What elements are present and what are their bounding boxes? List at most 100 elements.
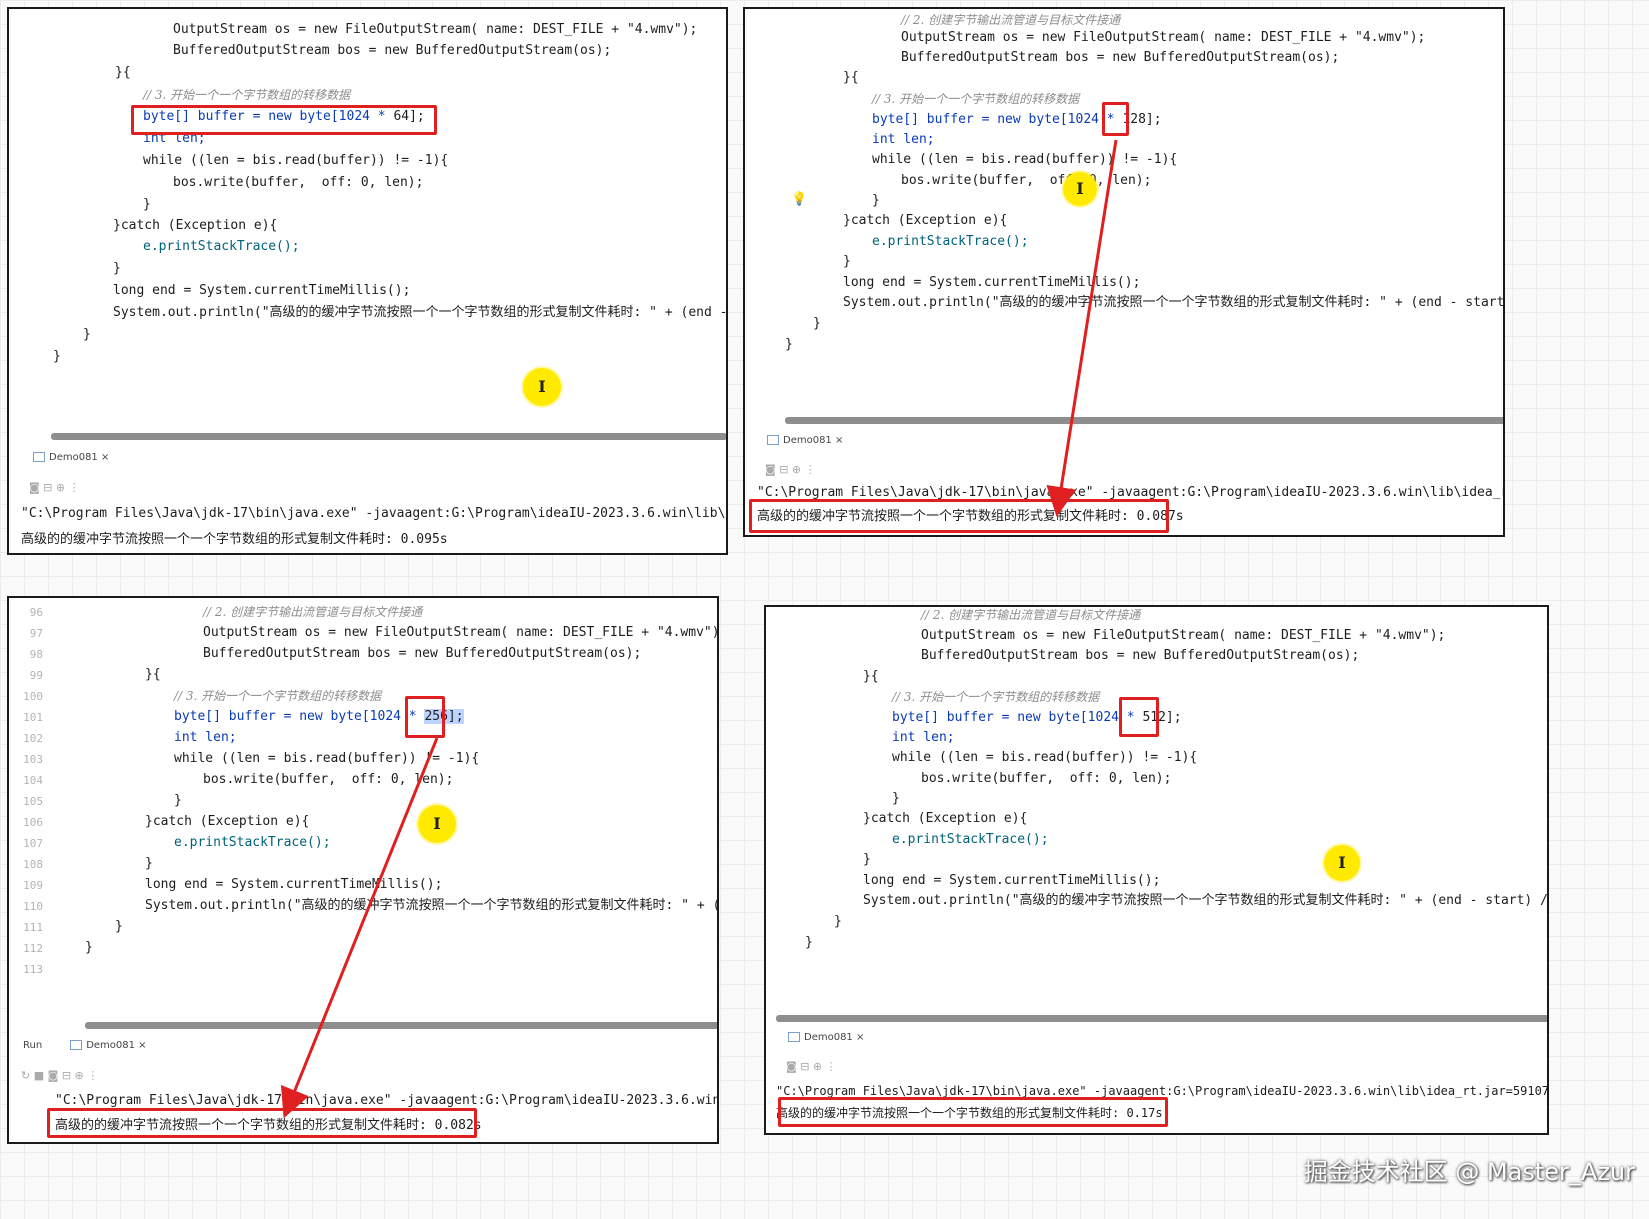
line-number: 112 [23,942,43,955]
line-number: 104 [23,774,43,787]
stop-icon[interactable]: ■ [34,1069,44,1082]
layout-icon[interactable]: ⊟ [43,481,52,494]
line-number: 103 [23,753,43,766]
console-command-line: "C:\Program Files\Java\jdk-17\bin\java.e… [757,485,1505,500]
tab-file-icon [767,435,779,445]
console-toolbar: ◙ ⊟ ⊕ ⋮ [29,481,80,494]
code-line-while: while ((len = bis.read(buffer)) != -1){ [174,751,480,766]
code-line-end: long end = System.currentTimeMillis(); [863,873,1161,888]
horizontal-scrollbar[interactable] [776,1015,1547,1022]
horizontal-scrollbar[interactable] [785,417,1503,424]
screenshot-panel-128: // 2. 创建字节输出流管道与目标文件接通 OutputStream os =… [743,7,1505,537]
line-number: 107 [23,837,43,850]
console-toolbar: ◙ ⊟ ⊕ ⋮ [786,1060,837,1073]
code-line-brace: } [872,193,880,208]
tab-file-icon [788,1032,800,1042]
run-tab[interactable]: Run Demo081 × [23,1040,147,1051]
code-line-write: bos.write(buffer, off: 0, len); [921,771,1172,786]
layout-icon[interactable]: ⊟ [779,463,788,476]
code-line-write: bos.write(buffer, off: 0, len); [173,175,424,190]
code-line-println: System.out.println("高级的的缓冲字节流按照一个一个字节数组的… [113,305,728,320]
code-line-int-len: int len; [892,730,955,745]
code-line-while: while ((len = bis.read(buffer)) != -1){ [872,152,1178,167]
code-line-catch: }catch (Exception e){ [113,218,278,233]
code-line-catch: }catch (Exception e){ [145,814,310,829]
console-toolbar: ↻ ■ ◙ ⊟ ⊕ ⋮ [21,1069,98,1082]
code-line-brace: } [143,197,151,212]
horizontal-scrollbar[interactable] [85,1022,717,1029]
run-tab[interactable]: Demo081 × [33,452,109,463]
line-number: 111 [23,921,43,934]
camera-icon[interactable]: ◙ [29,481,40,494]
code-line-bos: BufferedOutputStream bos = new BufferedO… [921,648,1360,663]
screenshot-panel-512: // 2. 创建字节输出流管道与目标文件接通 OutputStream os =… [764,605,1549,1135]
code-line-brace3: } [83,327,91,342]
tab-file-icon [33,452,45,462]
code-line-brace2: } [863,852,871,867]
result-highlight [47,1108,477,1138]
run-tab[interactable]: Demo081 × [788,1032,864,1043]
zoom-icon[interactable]: ⊕ [75,1069,84,1082]
console-command-line: "C:\Program Files\Java\jdk-17\bin\java.e… [21,506,728,521]
line-number: 99 [29,669,43,682]
code-line-bos: BufferedOutputStream bos = new BufferedO… [203,646,642,661]
camera-icon[interactable]: ◙ [765,463,776,476]
buffer-size-highlight [131,105,437,135]
zoom-icon[interactable]: ⊕ [792,463,801,476]
line-number: 96 [29,606,43,619]
horizontal-scrollbar[interactable] [51,433,726,440]
code-line-end: long end = System.currentTimeMillis(); [843,275,1141,290]
cursor-indicator-icon: I [523,368,561,406]
lightbulb-icon[interactable]: 💡 [791,192,807,207]
rerun-icon[interactable]: ↻ [21,1069,30,1082]
run-tab[interactable]: Demo081 × [767,435,843,446]
line-number: 101 [23,711,43,724]
layout-icon[interactable]: ⊟ [800,1060,809,1073]
line-number: 102 [23,732,43,745]
code-line-int-len: int len; [174,730,237,745]
buffer-size-highlight [1119,697,1159,737]
code-comment-create: // 2. 创建字节输出流管道与目标文件接通 [921,608,1141,622]
code-line-while: while ((len = bis.read(buffer)) != -1){ [892,750,1198,765]
code-line-try-close: }{ [863,669,879,684]
cursor-indicator-icon: I [1324,845,1360,881]
code-line-brace4: } [85,940,93,955]
code-line-brace: } [892,791,900,806]
code-line-print-trace: e.printStackTrace(); [143,239,300,254]
buffer-decl: byte[] buffer = new byte[1024 * [174,709,425,724]
buffer-decl: byte[] buffer = new byte[1024 * [872,112,1123,127]
code-line-while: while ((len = bis.read(buffer)) != -1){ [143,153,449,168]
more-icon[interactable]: ⋮ [805,463,816,476]
more-icon[interactable]: ⋮ [87,1069,98,1082]
line-number-gutter: 96 97 98 99 100 101 102 103 104 105 106 … [9,598,49,1142]
code-line-os: OutputStream os = new FileOutputStream( … [173,22,698,37]
code-comment-create: // 2. 创建字节输出流管道与目标文件接通 [203,605,423,619]
more-icon[interactable]: ⋮ [826,1060,837,1073]
camera-icon[interactable]: ◙ [786,1060,797,1073]
line-number: 100 [23,690,43,703]
code-line-brace3: } [834,914,842,929]
run-label: Run [23,1040,43,1051]
more-icon[interactable]: ⋮ [69,481,80,494]
line-number: 106 [23,816,43,829]
zoom-icon[interactable]: ⊕ [56,481,65,494]
code-comment-transfer: // 3. 开始一个一个字节数组的转移数据 [892,690,1100,704]
cursor-indicator-icon: I [418,805,456,843]
buffer-size-highlight [405,696,445,738]
line-number: 98 [29,648,43,661]
zoom-icon[interactable]: ⊕ [813,1060,822,1073]
code-line-write: bos.write(buffer, off: 0, len); [901,173,1152,188]
console-command-line: "C:\Program Files\Java\jdk-17\bin\java.e… [55,1093,719,1108]
camera-icon[interactable]: ◙ [48,1069,59,1082]
line-number: 108 [23,858,43,871]
code-line-try-close: }{ [843,70,859,85]
code-line-int-len: int len; [872,132,935,147]
line-number: 105 [23,795,43,808]
layout-icon[interactable]: ⊟ [62,1069,71,1082]
code-line-print-trace: e.printStackTrace(); [872,234,1029,249]
code-line-bos: BufferedOutputStream bos = new BufferedO… [901,50,1340,65]
code-line-brace3: } [115,919,123,934]
code-line-os: OutputStream os = new FileOutputStream( … [203,625,719,640]
buffer-decl: byte[] buffer = new byte[1024 * [892,710,1143,725]
code-line-catch: }catch (Exception e){ [843,213,1008,228]
